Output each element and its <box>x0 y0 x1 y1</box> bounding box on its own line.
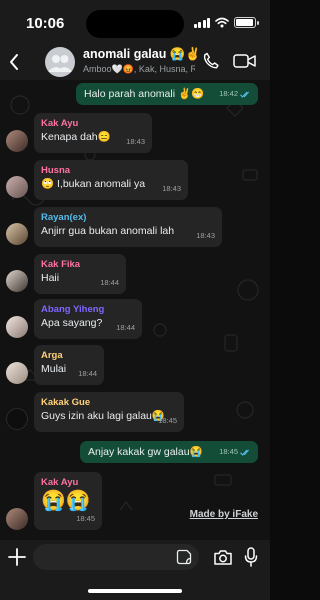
message-meta: 18:45 <box>219 445 251 459</box>
message-time: 18:43 <box>162 184 181 193</box>
sender-name: Rayan(ex) <box>41 212 87 223</box>
message-time: 18:43 <box>196 231 215 240</box>
message-input[interactable] <box>33 544 199 570</box>
status-icons <box>193 17 259 28</box>
message-text: Haii <box>41 272 60 284</box>
incoming-message[interactable]: Kakak Gue Guys izin aku lagi galau😭 18:4… <box>34 392 184 432</box>
plus-icon[interactable] <box>7 547 27 567</box>
avatar[interactable] <box>6 130 28 152</box>
avatar[interactable] <box>6 270 28 292</box>
sender-name: Kak Fika <box>41 259 81 270</box>
sender-name: Abang Yiheng <box>41 304 105 315</box>
sticker-icon[interactable] <box>176 549 192 565</box>
avatar[interactable] <box>6 408 28 430</box>
incoming-message[interactable]: Husna 🙄 I,bukan anomali ya 18:43 <box>34 160 188 200</box>
message-time: 18:43 <box>126 137 145 146</box>
dynamic-island <box>86 10 184 38</box>
message-text: 🙄 I,bukan anomali ya <box>41 178 146 190</box>
message-text: Anjay kakak gw galau😭 <box>88 446 203 458</box>
message-text: Apa sayang? <box>41 317 103 329</box>
watermark: Made by iFake <box>189 509 258 520</box>
microphone-icon[interactable] <box>244 547 258 567</box>
sender-name: Arga <box>41 350 63 361</box>
sender-name: Kak Ayu <box>41 118 79 129</box>
incoming-message[interactable]: Kak Ayu 😭😭 18:45 <box>34 472 102 530</box>
message-time: 18:44 <box>78 369 97 378</box>
read-ticks-icon <box>240 91 250 98</box>
incoming-message[interactable]: Abang Yiheng Apa sayang? 18:44 <box>34 299 142 339</box>
incoming-message[interactable]: Kak Ayu Kenapa dah😑 18:43 <box>34 113 152 153</box>
sender-name: Husna <box>41 165 71 176</box>
avatar[interactable] <box>6 316 28 338</box>
sender-name: Kakak Gue <box>41 397 91 408</box>
chat-members[interactable]: Amboo🤍😡, Kak, Husna, Rayan(ex), Kak Fika… <box>83 64 195 75</box>
status-time: 10:06 <box>26 15 65 32</box>
message-time: 18:44 <box>100 278 119 287</box>
avatar[interactable] <box>6 176 28 198</box>
back-chevron-icon[interactable] <box>6 50 24 74</box>
sender-name: Kak Ayu <box>41 477 79 488</box>
chat-area: Halo parah anomali ✌😁 18:42 Kak Ayu Kena… <box>0 80 270 540</box>
battery-icon <box>234 17 259 28</box>
outgoing-message[interactable]: Anjay kakak gw galau😭 18:45 <box>80 441 258 463</box>
message-time: 18:44 <box>116 323 135 332</box>
chat-header: anomali galau 😭✌ Amboo🤍😡, Kak, Husna, Ra… <box>0 44 270 80</box>
avatar[interactable] <box>6 508 28 530</box>
message-text: Anjirr gua bukan anomali lah <box>41 225 175 237</box>
message-time: 18:45 <box>158 416 177 425</box>
message-text: Halo parah anomali ✌😁 <box>84 88 205 100</box>
signal-icon <box>193 17 210 28</box>
message-time: 18:45 <box>76 514 95 523</box>
message-text: 😭😭 <box>41 490 91 512</box>
message-text: Guys izin aku lagi galau😭 <box>41 410 165 422</box>
message-time: 18:45 <box>219 447 238 456</box>
read-ticks-icon <box>240 449 250 456</box>
incoming-message[interactable]: Kak Fika Haii 18:44 <box>34 254 126 294</box>
video-call-icon[interactable] <box>233 53 257 69</box>
outgoing-message[interactable]: Halo parah anomali ✌😁 18:42 <box>76 83 258 105</box>
status-bar: 10:06 <box>0 0 270 44</box>
message-input-bar <box>0 540 270 600</box>
group-avatar[interactable] <box>45 47 75 77</box>
chat-title[interactable]: anomali galau 😭✌ <box>83 47 201 62</box>
message-text: Kenapa dah😑 <box>41 131 111 143</box>
wifi-icon <box>215 17 229 28</box>
avatar[interactable] <box>6 362 28 384</box>
message-text: Mulai <box>41 363 67 375</box>
group-avatar-icon <box>48 55 72 72</box>
home-indicator <box>88 589 182 593</box>
message-meta: 18:42 <box>219 87 251 101</box>
phone-icon[interactable] <box>203 52 219 69</box>
avatar[interactable] <box>6 223 28 245</box>
camera-icon[interactable] <box>213 549 233 566</box>
message-time: 18:42 <box>219 89 238 98</box>
incoming-message[interactable]: Arga Mulai 18:44 <box>34 345 104 385</box>
incoming-message[interactable]: Rayan(ex) Anjirr gua bukan anomali lah 1… <box>34 207 222 247</box>
